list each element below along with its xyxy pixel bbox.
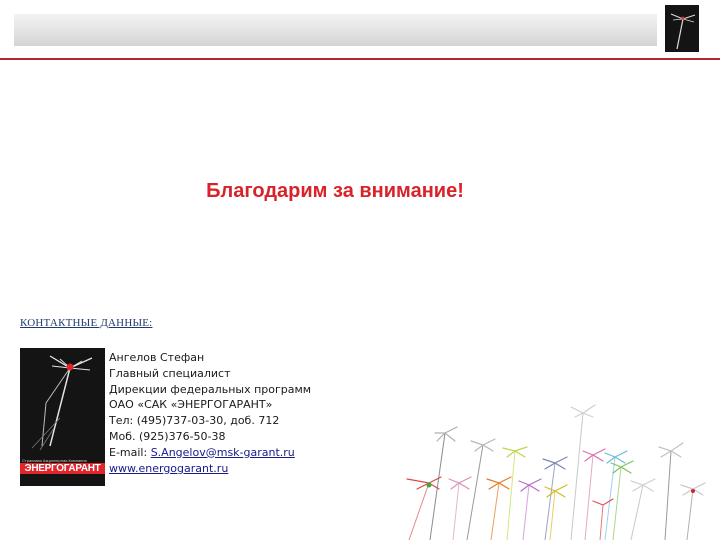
dragonfly-flowers-decoration (406, 404, 706, 540)
email-label: E-mail: (109, 445, 151, 459)
website-link[interactable]: www.energogarant.ru (109, 462, 228, 475)
contact-position: Главный специалист (109, 366, 231, 380)
corner-logo (665, 5, 699, 52)
contact-company: ОАО «САК «ЭНЕРГОГАРАНТ» (109, 398, 273, 412)
email-link[interactable]: S.Angelov@msk-garant.ru (151, 446, 295, 459)
header-band (14, 14, 657, 46)
thanks-message: Благодарим за внимание! (206, 180, 464, 202)
contact-department: Дирекции федеральных программ (109, 382, 312, 396)
company-logo: Страховая Акционерная Компания ЭНЕРГОГАР… (20, 348, 105, 486)
contact-details: Ангелов Стефан Главный специалист Дирекц… (109, 350, 311, 476)
contact-mobile: Моб. (925)376-50-38 (109, 429, 226, 443)
contact-phone: Тел: (495)737-03-30, доб. 712 (109, 414, 280, 428)
contact-name: Ангелов Стефан (109, 351, 205, 364)
logo-company-name: ЭНЕРГОГАРАНТ (20, 463, 105, 474)
contacts-heading: КОНТАКТНЫЕ ДАННЫЕ: (20, 317, 153, 329)
contact-email-line: E-mail: S.Angelov@msk-garant.ru (109, 445, 311, 461)
header-divider (0, 58, 720, 60)
